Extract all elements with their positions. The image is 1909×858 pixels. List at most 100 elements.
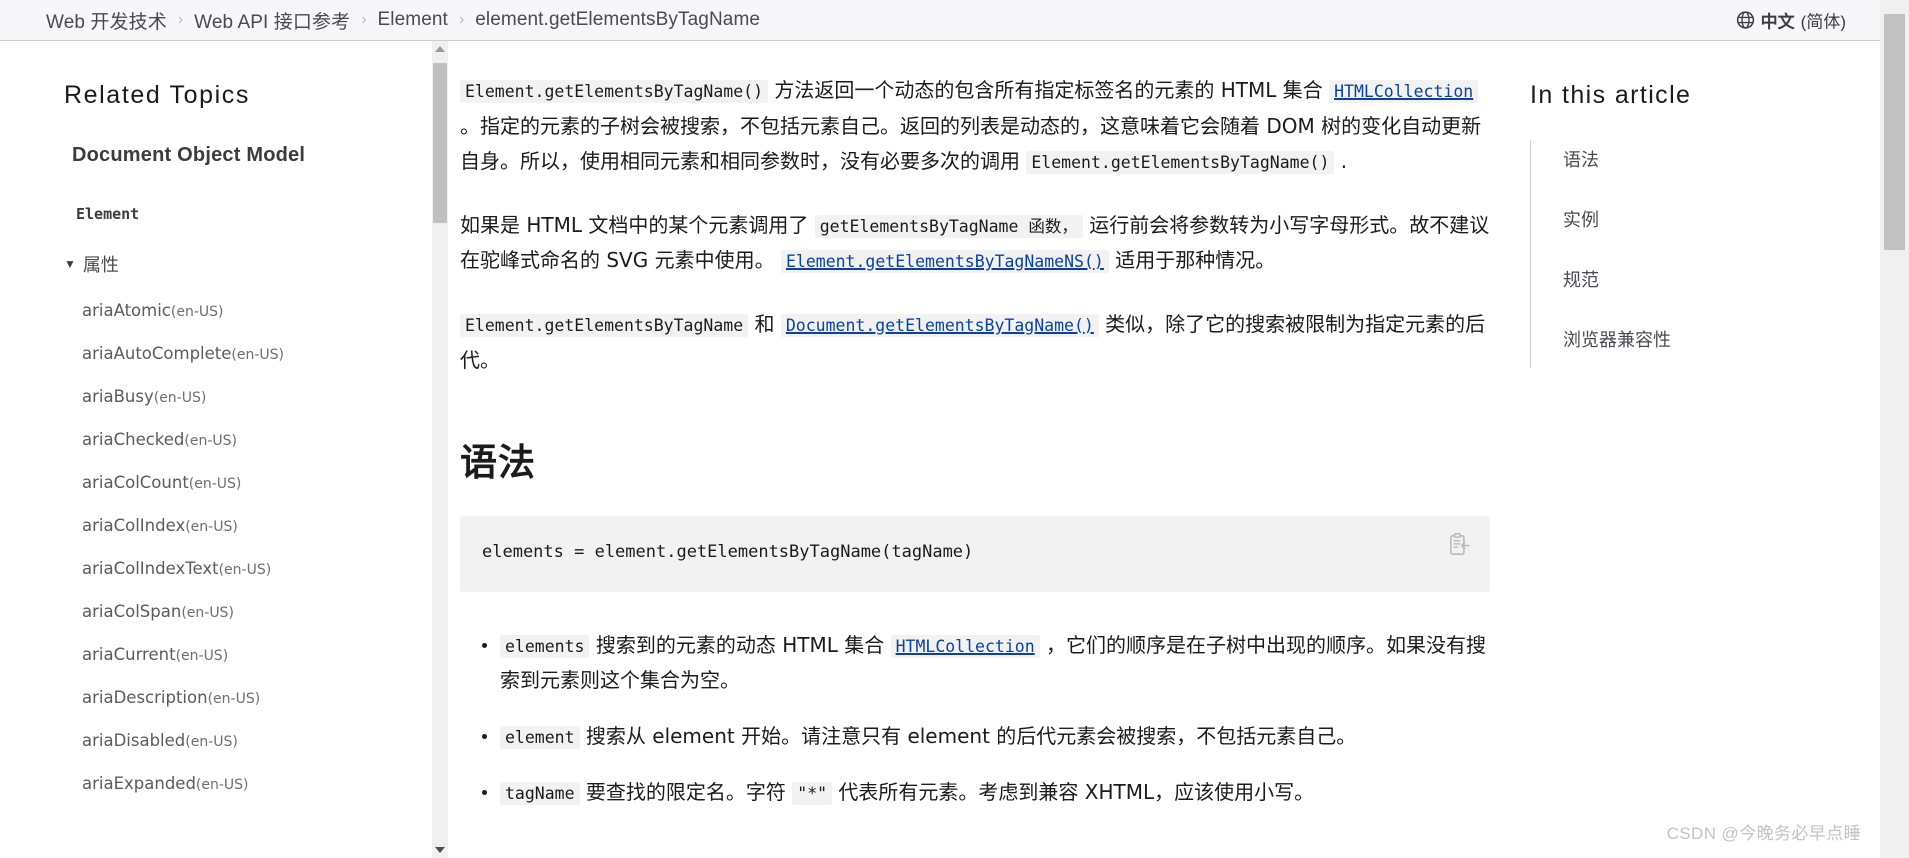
code-block-content: elements = element.getElementsByTagName(…	[482, 542, 974, 563]
breadcrumb: Web 开发技术 › Web API 接口参考 › Element › elem…	[46, 7, 760, 34]
related-topics-title: Related Topics	[64, 81, 250, 109]
scroll-down-arrow-icon[interactable]	[432, 842, 448, 858]
copy-clipboard-icon[interactable]	[1446, 532, 1472, 558]
sidebar-item-label: ariaColSpan	[82, 602, 182, 621]
sidebar-item-ariacurrent[interactable]: ariaCurrent(en-US)	[82, 645, 430, 664]
sidebar-item-ariaautocomplete[interactable]: ariaAutoComplete(en-US)	[82, 344, 430, 363]
code-block: elements = element.getElementsByTagName(…	[460, 516, 1490, 593]
paragraph-3: Element.getElementsByTagName 和 Document.…	[460, 307, 1490, 378]
sidebar-item-label: ariaColIndexText	[82, 559, 219, 578]
toc-item-examples[interactable]: 实例	[1563, 206, 1860, 232]
globe-icon	[1736, 11, 1755, 30]
sidebar-item-ariacolcount[interactable]: ariaColCount(en-US)	[82, 473, 430, 492]
inline-code: Element.getElementsByTagName	[460, 313, 749, 337]
bullet-text-2: 代表所有元素。考虑到兼容 XHTML，应该使用小写。	[832, 780, 1315, 805]
language-label: 中文	[1760, 12, 1795, 32]
sidebar-item-lang: (en-US)	[231, 347, 285, 363]
sidebar-item-label: ariaColCount	[82, 473, 189, 492]
sidebar-scrollbar-thumb[interactable]	[433, 63, 447, 223]
sidebar-item-label: ariaAutoComplete	[82, 344, 232, 363]
link-getelementsbytagnamens[interactable]: Element.getElementsByTagNameNS()	[780, 248, 1109, 274]
toc-title: In this article	[1530, 81, 1692, 109]
inline-code: element	[500, 725, 580, 749]
related-topics-sidebar: Related Topics Document Object Model Ele…	[0, 41, 430, 858]
sidebar-section-element[interactable]: Element	[76, 205, 430, 223]
sidebar-item-ariacolindex[interactable]: ariaColIndex(en-US)	[82, 516, 430, 535]
p2-text-1: 如果是 HTML 文档中的某个元素调用了	[460, 212, 815, 237]
sidebar-item-label: ariaBusy	[82, 387, 154, 406]
sidebar-item-lang: (en-US)	[207, 691, 261, 707]
section-heading-syntax: 语法	[460, 442, 536, 484]
sidebar-item-ariacolspan[interactable]: ariaColSpan(en-US)	[82, 602, 430, 621]
sidebar-item-lang: (en-US)	[170, 304, 224, 320]
breadcrumb-item-web-api[interactable]: Web API 接口参考	[194, 7, 350, 34]
inline-code: Element.getElementsByTagName()	[460, 80, 769, 103]
sidebar-item-ariacolindextext[interactable]: ariaColIndexText(en-US)	[82, 559, 430, 578]
sidebar-item-label: ariaDescription	[82, 688, 208, 707]
sidebar-item-label: ariaChecked	[82, 430, 185, 449]
inline-code: elements	[500, 635, 590, 659]
breadcrumb-separator-icon: ›	[361, 11, 367, 28]
language-variant: (简体)	[1800, 12, 1846, 32]
breadcrumb-separator-icon: ›	[177, 11, 184, 28]
breadcrumb-item-current: element.getElementsByTagName	[475, 9, 761, 30]
intro-paragraph: Element.getElementsByTagName() 方法返回一个动态的…	[460, 73, 1490, 180]
list-item: elements 搜索到的元素的动态 HTML 集合 HTMLCollectio…	[482, 628, 1490, 697]
list-item: tagName 要查找的限定名。字符 "*" 代表所有元素。考虑到兼容 XHTM…	[482, 775, 1490, 809]
site-header: Web 开发技术 › Web API 接口参考 › Element › elem…	[0, 0, 1880, 41]
sidebar-item-ariabusy[interactable]: ariaBusy(en-US)	[82, 387, 430, 406]
language-switcher[interactable]: 中文 (简体)	[1736, 8, 1846, 33]
sidebar-item-ariaexpanded[interactable]: ariaExpanded(en-US)	[82, 774, 430, 793]
scroll-up-arrow-icon[interactable]	[432, 41, 448, 57]
sidebar-item-ariadisabled[interactable]: ariaDisabled(en-US)	[82, 731, 430, 750]
list-item: element 搜索从 element 开始。请注意只有 element 的后代…	[482, 719, 1490, 753]
breadcrumb-item-element[interactable]: Element	[378, 9, 448, 31]
breadcrumb-separator-icon: ›	[458, 11, 465, 28]
sidebar-item-lang: (en-US)	[195, 777, 249, 793]
bullet-text-1: 要查找的限定名。字符	[579, 780, 793, 805]
intro-text-3: .	[1334, 149, 1348, 174]
in-this-article-panel: In this article 语法 实例 规范 浏览器兼容性	[1530, 41, 1860, 858]
toc-list: 语法 实例 规范 浏览器兼容性	[1530, 140, 1860, 368]
link-document-getelementsbytagname[interactable]: Document.getElementsByTagName()	[780, 312, 1099, 337]
sidebar-item-ariaatomic[interactable]: ariaAtomic(en-US)	[82, 301, 430, 320]
sidebar-item-ariadescription[interactable]: ariaDescription(en-US)	[82, 688, 430, 707]
bullet-text-1: 搜索从 element 开始。请注意只有 element 的后代元素会被搜索，不…	[579, 723, 1357, 748]
page-scrollbar-thumb[interactable]	[1884, 14, 1905, 250]
paragraph-2: 如果是 HTML 文档中的某个元素调用了 getElementsByTagNam…	[460, 208, 1490, 279]
sidebar-item-lang: (en-US)	[184, 433, 237, 449]
toc-item-specifications[interactable]: 规范	[1563, 266, 1860, 292]
breadcrumb-item-web-dev[interactable]: Web 开发技术	[46, 7, 167, 34]
link-htmlcollection[interactable]: HTMLCollection	[890, 633, 1040, 659]
sidebar-item-lang: (en-US)	[153, 390, 207, 406]
p3-text-1: 和	[748, 311, 781, 336]
toc-item-browser-compatibility[interactable]: 浏览器兼容性	[1563, 326, 1860, 352]
sidebar-item-lang: (en-US)	[181, 605, 234, 621]
sidebar-item-label: ariaCurrent	[82, 645, 176, 664]
sidebar-item-ariachecked[interactable]: ariaChecked(en-US)	[82, 430, 430, 449]
sidebar-item-label: ariaExpanded	[82, 774, 196, 793]
sidebar-item-label: ariaColIndex	[82, 516, 186, 535]
sidebar-section-dom[interactable]: Document Object Model	[72, 144, 430, 167]
sidebar-item-lang: (en-US)	[218, 562, 272, 578]
inline-code: "*"	[792, 782, 833, 806]
page-scrollbar[interactable]	[1880, 0, 1909, 858]
sidebar-item-lang: (en-US)	[188, 476, 242, 492]
sidebar-group-properties[interactable]: ▼ 属性	[64, 251, 430, 277]
inline-code: getElementsByTagName 函数，	[814, 214, 1083, 238]
chevron-down-icon: ▼	[64, 257, 76, 271]
sidebar-item-label: ariaDisabled	[82, 731, 186, 750]
p2-text-3: 适用于那种情况。	[1108, 248, 1276, 273]
toc-item-syntax[interactable]: 语法	[1563, 146, 1860, 172]
parameters-list: elements 搜索到的元素的动态 HTML 集合 HTMLCollectio…	[460, 628, 1490, 810]
link-htmlcollection[interactable]: HTMLCollection	[1329, 78, 1479, 103]
sidebar-group-label: 属性	[82, 255, 119, 275]
sidebar-scrollbar[interactable]	[432, 41, 448, 858]
intro-text-1: 方法返回一个动态的包含所有指定标签名的元素的 HTML 集合	[768, 78, 1330, 102]
page-root: Web 开发技术 › Web API 接口参考 › Element › elem…	[0, 0, 1909, 858]
sidebar-item-lang: (en-US)	[185, 734, 238, 750]
sidebar-item-lang: (en-US)	[175, 648, 229, 664]
inline-code: tagName	[500, 782, 580, 806]
article-content: Element.getElementsByTagName() 方法返回一个动态的…	[460, 41, 1490, 858]
bullet-text-1: 搜索到的元素的动态 HTML 集合	[589, 633, 891, 658]
